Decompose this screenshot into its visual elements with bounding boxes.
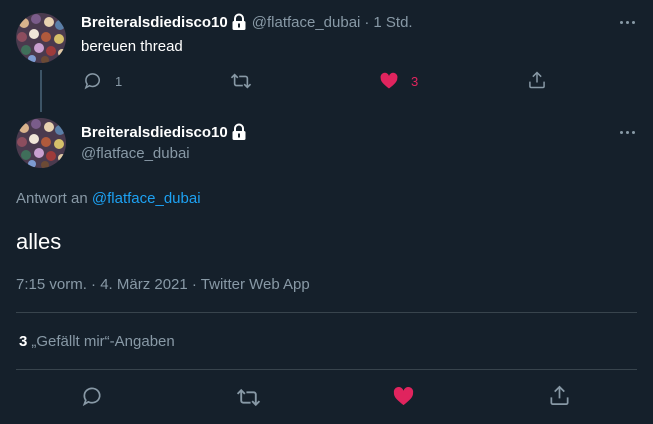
display-name[interactable]: Breiteralsdiedisco10: [81, 14, 228, 31]
reply-icon: [81, 385, 104, 408]
retweet-button[interactable]: [230, 71, 252, 91]
share-button[interactable]: [527, 70, 547, 90]
like-count: 3: [411, 73, 419, 89]
separator: ·: [364, 13, 370, 31]
reply-mention-link[interactable]: @flatface_dubai: [92, 190, 201, 207]
more-icon[interactable]: [620, 131, 635, 134]
handle[interactable]: @flatface_dubai: [252, 14, 361, 31]
reply-button[interactable]: 1: [83, 71, 122, 91]
reply-prefix: Antwort an: [16, 190, 88, 207]
main-tweet-header: Breiteralsdiedisco10: [81, 123, 252, 141]
divider: [16, 369, 637, 370]
share-icon: [527, 70, 547, 90]
avatar[interactable]: [16, 13, 66, 63]
avatar[interactable]: [16, 118, 66, 168]
reply-count: 1: [115, 73, 123, 89]
tweet-thread: Breiteralsdiedisco10 @flatface_dubai · 1…: [0, 0, 653, 424]
heart-icon: [392, 385, 415, 408]
parent-tweet-text: bereuen thread: [81, 38, 183, 55]
reply-context: Antwort an @flatface_dubai: [16, 190, 201, 207]
like-button[interactable]: 3: [379, 71, 418, 91]
retweet-icon: [230, 71, 252, 91]
main-tweet-text: alles: [16, 229, 62, 254]
share-button[interactable]: [548, 384, 571, 407]
retweet-icon: [236, 386, 261, 409]
parent-tweet-header: Breiteralsdiedisco10 @flatface_dubai · 1…: [81, 13, 413, 31]
lock-icon: [231, 123, 247, 141]
reply-button[interactable]: [81, 385, 104, 408]
share-icon: [548, 384, 571, 407]
retweet-button[interactable]: [236, 386, 261, 409]
tweet-timestamp[interactable]: 7:15 vorm. · 4. März 2021 · Twitter Web …: [16, 276, 310, 293]
heart-icon: [379, 71, 399, 91]
likes-count: 3: [19, 333, 28, 350]
thread-connector: [40, 70, 42, 112]
like-button[interactable]: [392, 385, 415, 408]
tweet-time[interactable]: 1 Std.: [373, 14, 412, 31]
lock-icon: [231, 13, 247, 31]
likes-label: „Gefällt mir“-Angaben: [31, 333, 175, 350]
display-name[interactable]: Breiteralsdiedisco10: [81, 124, 228, 141]
reply-icon: [83, 71, 103, 91]
divider: [16, 312, 637, 313]
more-icon[interactable]: [620, 21, 635, 24]
likes-summary[interactable]: 3 „Gefällt mir“-Angaben: [19, 333, 175, 350]
handle[interactable]: @flatface_dubai: [81, 145, 190, 162]
